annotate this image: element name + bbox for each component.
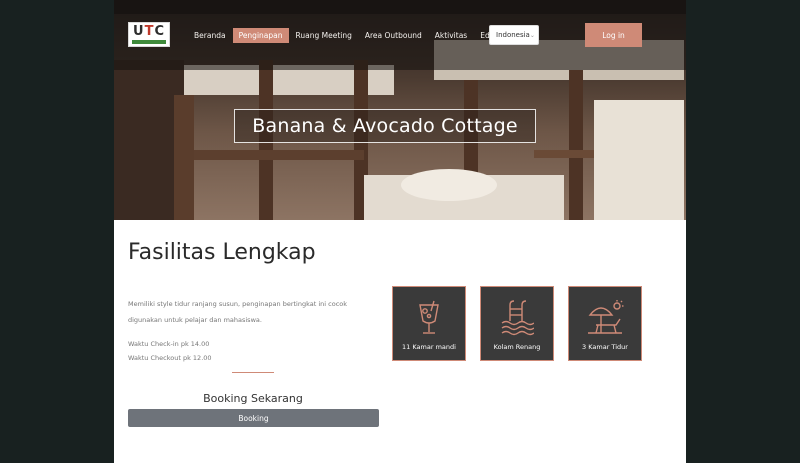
language-select[interactable]: Indonesia ⌄ — [489, 25, 539, 45]
feature-card-bathroom: 11 Kamar mandi — [392, 286, 466, 361]
beach-umbrella-icon — [588, 300, 624, 334]
logo-green-strip — [132, 40, 166, 44]
nav-ruang-meeting[interactable]: Ruang Meeting — [290, 28, 358, 43]
divider — [232, 372, 274, 373]
left-backdrop — [0, 0, 114, 463]
pool-ladder-icon — [501, 300, 534, 336]
hero-title: Banana & Avocado Cottage — [234, 109, 536, 143]
feature-label: 11 Kamar mandi — [402, 343, 456, 351]
page-container: UTC Beranda Penginapan Ruang Meeting Are… — [114, 0, 686, 463]
utc-logo[interactable]: UTC — [128, 22, 170, 47]
section-heading: Fasilitas Lengkap — [128, 240, 316, 265]
nav-penginapan[interactable]: Penginapan — [232, 27, 289, 43]
right-backdrop — [686, 0, 800, 463]
main-menu: Beranda Penginapan Ruang Meeting Area Ou… — [188, 26, 526, 44]
feature-card-pool: Kolam Renang — [480, 286, 554, 361]
feature-label: 3 Kamar Tidur — [582, 343, 628, 351]
booking-title: Booking Sekarang — [203, 392, 303, 405]
hero-banner: UTC Beranda Penginapan Ruang Meeting Are… — [114, 0, 686, 220]
cocktail-icon — [419, 300, 439, 334]
nav-area-outbound[interactable]: Area Outbound — [359, 28, 428, 43]
feature-card-bedroom: 3 Kamar Tidur — [568, 286, 642, 361]
feature-label: Kolam Renang — [493, 343, 541, 351]
logo-text: UTC — [133, 24, 165, 39]
language-value: Indonesia — [496, 31, 530, 39]
nav-beranda[interactable]: Beranda — [188, 28, 232, 43]
login-button[interactable]: Log in — [585, 23, 642, 47]
chevron-down-icon: ⌄ — [529, 31, 535, 39]
checkin-time: Waktu Check-in pk 14.00 — [128, 340, 210, 348]
checkout-time: Waktu Checkout pk 12.00 — [128, 354, 212, 362]
top-navigation: UTC Beranda Penginapan Ruang Meeting Are… — [114, 0, 686, 70]
description-text: Memiliki style tidur ranjang susun, peng… — [128, 300, 348, 324]
booking-button[interactable]: Booking — [128, 409, 379, 427]
nav-aktivitas[interactable]: Aktivitas — [429, 28, 473, 43]
